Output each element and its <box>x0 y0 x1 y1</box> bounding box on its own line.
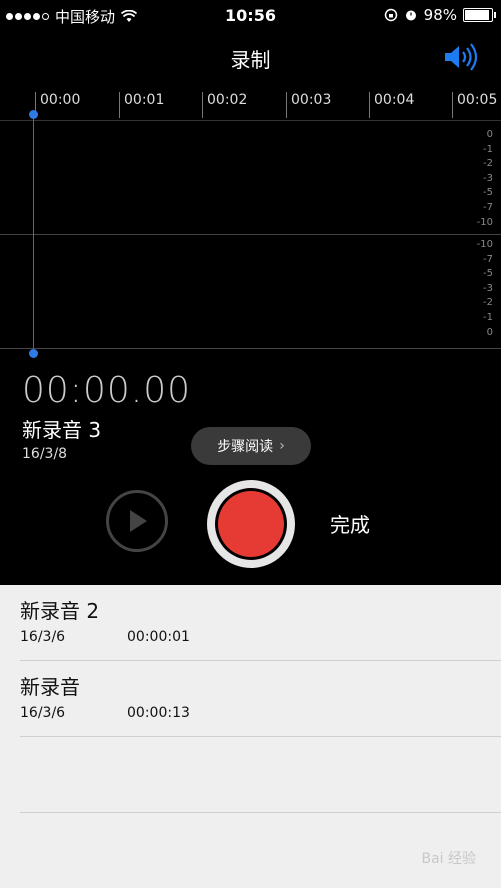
empty-list-row <box>20 737 501 813</box>
playhead-bottom-handle[interactable] <box>29 349 38 358</box>
page-title: 录制 <box>230 48 271 72</box>
list-item-name: 新录音 2 <box>20 599 100 623</box>
list-item[interactable]: 新录音 16/3/6 00:00:13 <box>20 661 501 737</box>
timeline-label: 00:05 <box>452 92 497 118</box>
play-icon <box>130 510 147 532</box>
list-item-duration: 00:00:01 <box>127 629 190 645</box>
waveform-area[interactable]: 0 -1 -2 -3 -5 -7 -10 -10 -7 -5 -3 -2 -1 0 <box>0 120 501 350</box>
status-bar: 中国移动 10:56 98% <box>0 0 501 30</box>
play-button[interactable] <box>106 490 168 552</box>
rotation-lock-icon <box>384 8 397 22</box>
timeline-label: 00:04 <box>369 92 414 118</box>
recording-timer: 00:00.00 <box>22 370 191 411</box>
timeline-ruler[interactable]: 00:00 00:01 00:02 00:03 00:04 00:05 <box>0 90 501 121</box>
recordings-list: 新录音 2 16/3/6 00:00:01 新录音 16/3/6 00:00:1… <box>0 585 501 888</box>
timeline-label: 00:02 <box>202 92 247 118</box>
list-item[interactable]: 新录音 2 16/3/6 00:00:01 <box>20 585 501 661</box>
list-item-date: 16/3/6 <box>20 629 66 645</box>
nav-bar: 录制 <box>0 38 501 78</box>
timeline-label: 00:03 <box>286 92 331 118</box>
speaker-icon[interactable] <box>443 42 481 72</box>
playhead-line[interactable] <box>33 113 34 353</box>
channel-divider <box>0 234 501 235</box>
list-item-duration: 00:00:13 <box>127 705 190 721</box>
level-scale-top: 0 -1 -2 -3 -5 -7 -10 <box>476 129 493 228</box>
watermark: Bai 经验 <box>421 851 476 867</box>
timeline-label: 00:00 <box>35 92 80 118</box>
done-button[interactable]: 完成 <box>330 509 370 538</box>
record-icon <box>218 491 284 557</box>
level-scale-bottom: -10 -7 -5 -3 -2 -1 0 <box>476 239 493 338</box>
recording-date: 16/3/8 <box>22 446 68 462</box>
battery-percent: 98% <box>423 6 457 24</box>
timeline-label: 00:01 <box>119 92 164 118</box>
chevron-right-icon: › <box>279 438 285 454</box>
waveform-bottom-line <box>0 348 501 349</box>
recording-name[interactable]: 新录音 3 <box>22 414 101 443</box>
steps-reading-label: 步骤阅读 <box>217 439 274 455</box>
list-item-date: 16/3/6 <box>20 705 66 721</box>
alarm-icon <box>405 10 416 21</box>
record-button[interactable] <box>207 480 295 568</box>
playhead-top-handle[interactable] <box>29 110 38 119</box>
battery-icon <box>463 8 496 22</box>
list-item-name: 新录音 <box>20 675 80 699</box>
steps-reading-button[interactable]: 步骤阅读 › <box>191 427 311 465</box>
